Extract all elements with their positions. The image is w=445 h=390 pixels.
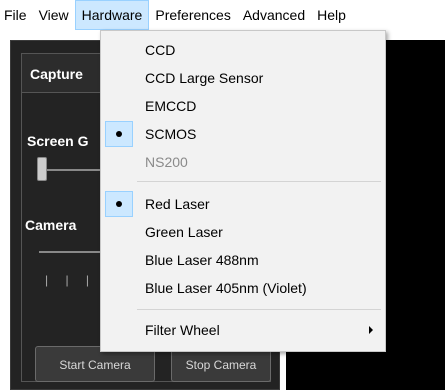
menu-item-green-laser[interactable]: Green Laser	[101, 219, 385, 245]
menu-advanced[interactable]: Advanced	[237, 0, 311, 30]
check-area	[105, 219, 133, 245]
radio-check-icon	[105, 121, 133, 147]
menu-item-label: Blue Laser 488nm	[145, 252, 259, 268]
menu-item-label: NS200	[145, 154, 188, 170]
menu-separator	[137, 181, 381, 182]
screen-gain-slider-track[interactable]	[39, 169, 109, 171]
menu-item-blue-laser-405[interactable]: Blue Laser 405nm (Violet)	[101, 275, 385, 301]
camera-label: Camera	[25, 217, 77, 233]
check-area	[105, 275, 133, 301]
check-area	[105, 93, 133, 119]
menu-item-label: Red Laser	[145, 196, 210, 212]
menu-item-filter-wheel[interactable]: Filter Wheel	[101, 317, 385, 343]
menu-help[interactable]: Help	[311, 0, 352, 30]
menu-item-scmos[interactable]: SCMOS	[101, 121, 385, 147]
radio-check-icon	[105, 191, 133, 217]
menu-item-label: Green Laser	[145, 224, 223, 240]
screen-gain-slider-thumb[interactable]	[37, 157, 47, 181]
menu-item-label: SCMOS	[145, 126, 197, 142]
menu-item-label: Blue Laser 405nm (Violet)	[145, 280, 307, 296]
submenu-arrow-icon	[369, 326, 373, 334]
menu-hardware[interactable]: Hardware	[74, 0, 150, 30]
menu-item-blue-laser-488[interactable]: Blue Laser 488nm	[101, 247, 385, 273]
menu-item-emccd[interactable]: EMCCD	[101, 93, 385, 119]
menu-bar: File View Hardware Preferences Advanced …	[0, 0, 445, 30]
menu-item-ccd[interactable]: CCD	[101, 37, 385, 63]
menu-item-ns200: NS200	[101, 149, 385, 175]
menu-view[interactable]: View	[33, 0, 75, 30]
check-area	[105, 149, 133, 175]
bullet-icon	[116, 131, 122, 137]
bullet-icon	[116, 201, 122, 207]
menu-item-red-laser[interactable]: Red Laser	[101, 191, 385, 217]
hardware-menu-dropdown: CCD CCD Large Sensor EMCCD SCMOS NS200 R…	[100, 30, 386, 352]
tab-capture[interactable]: Capture	[21, 53, 101, 93]
menu-separator	[137, 309, 381, 310]
menu-item-label: CCD Large Sensor	[145, 70, 264, 86]
menu-item-ccd-large-sensor[interactable]: CCD Large Sensor	[101, 65, 385, 91]
menu-item-label: CCD	[145, 42, 176, 58]
check-area	[105, 65, 133, 91]
menu-item-label: Filter Wheel	[145, 322, 220, 338]
menu-file[interactable]: File	[0, 0, 33, 30]
check-area	[105, 317, 133, 343]
menu-item-label: EMCCD	[145, 98, 197, 114]
screen-gain-label: Screen G	[27, 133, 89, 149]
check-area	[105, 37, 133, 63]
camera-slider-track[interactable]	[39, 251, 109, 253]
menu-preferences[interactable]: Preferences	[149, 0, 236, 30]
check-area	[105, 247, 133, 273]
